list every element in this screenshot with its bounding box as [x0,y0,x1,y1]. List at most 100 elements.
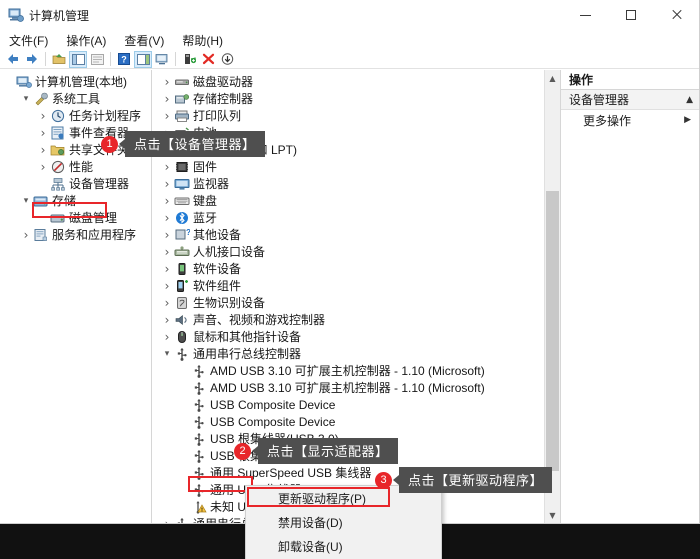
device-item-row[interactable]: AMD USB 3.10 可扩展主机控制器 - 1.10 (Microsoft) [152,379,560,396]
tree-item-label: 服务和应用程序 [52,228,137,242]
update-driver-icon[interactable] [180,51,198,68]
chevron-right-icon[interactable]: › [160,245,174,259]
tree-item-row[interactable]: ▾ 系统工具 [0,90,151,107]
device-item-row[interactable]: › 存储控制器 [152,90,560,107]
back-icon[interactable] [4,51,22,68]
forward-icon[interactable] [23,51,41,68]
device-item-label: 通用串行总线控制器 [193,347,302,361]
chevron-right-icon[interactable]: › [36,109,50,123]
tree-item-label: 性能 [69,160,94,174]
ctx-disable-device[interactable]: 禁用设备(D) [246,510,441,534]
menu-action[interactable]: 操作(A) [66,32,106,49]
tree-item-row[interactable]: › 性能 [0,158,151,175]
device-item-row[interactable]: › 软件组件 [152,277,560,294]
disk-management-icon [50,211,66,225]
chevron-right-icon[interactable]: › [160,160,174,174]
hid-icon [174,245,190,259]
show-action-pane-icon[interactable] [134,50,152,68]
software-device-icon [174,262,190,276]
chevron-down-icon[interactable]: ▾ [19,196,33,206]
chevron-right-icon[interactable]: › [160,228,174,242]
scrollbar-thumb[interactable] [546,191,559,471]
scan-hardware-icon[interactable] [153,51,171,68]
device-item-row[interactable]: › 声音、视频和游戏控制器 [152,311,560,328]
device-item-label: 其他设备 [193,228,242,242]
device-item-row[interactable]: › 蓝牙 [152,209,560,226]
menu-file[interactable]: 文件(F) [9,32,48,49]
chevron-right-icon[interactable]: › [160,517,174,524]
scroll-down-arrow-icon[interactable]: ▼ [545,507,560,523]
scroll-up-arrow-icon[interactable]: ▲ [545,70,560,86]
chevron-right-icon[interactable]: › [160,177,174,191]
tree-item-row[interactable]: 设备管理器 [0,175,151,192]
chevron-right-icon[interactable]: › [160,296,174,310]
tree-item-row[interactable]: › 任务计划程序 [0,107,151,124]
device-item-row[interactable]: › 人机接口设备 [152,243,560,260]
tree-item-row[interactable]: 磁盘管理 [0,209,151,226]
chevron-right-icon: ▶ [684,115,691,125]
menu-view[interactable]: 查看(V) [124,32,164,49]
uninstall-device-icon[interactable] [199,51,217,68]
device-item-row[interactable]: USB Composite Device [152,413,560,430]
minimize-button[interactable] [563,0,607,30]
chevron-right-icon[interactable]: › [160,194,174,208]
action-group-device-manager[interactable]: 设备管理器 ▲ [561,90,699,110]
toolbar: ? [0,50,699,69]
menu-help[interactable]: 帮助(H) [182,32,223,49]
chevron-right-icon[interactable]: › [160,75,174,89]
help-icon[interactable]: ? [115,51,133,68]
device-item-row[interactable]: › 软件设备 [152,260,560,277]
device-item-label: USB Composite Device [210,414,336,429]
up-folder-icon[interactable] [50,51,68,68]
shared-folders-icon [50,143,66,157]
chevron-up-icon[interactable]: ▲ [686,95,693,105]
device-item-row[interactable]: › 生物识别设备 [152,294,560,311]
disable-device-icon[interactable] [218,51,236,68]
chevron-down-icon[interactable]: ▾ [19,94,33,104]
usb-icon [191,432,207,446]
tree-item-row[interactable]: › 服务和应用程序 [0,226,151,243]
chevron-right-icon[interactable]: › [160,262,174,276]
tree-item-label: 任务计划程序 [69,109,142,123]
vertical-scrollbar[interactable]: ▲ ▼ [544,70,560,523]
close-button[interactable] [655,0,699,30]
chevron-right-icon[interactable]: › [36,126,50,140]
tree-item-row[interactable]: ▾ 存储 [0,192,151,209]
ctx-uninstall-device[interactable]: 卸载设备(U) [246,534,441,558]
chevron-right-icon[interactable]: › [36,143,50,157]
toolbar-separator [110,52,111,66]
device-item-row[interactable]: › 键盘 [152,192,560,209]
chevron-right-icon[interactable]: › [160,109,174,123]
show-hide-console-tree-icon[interactable] [69,50,87,68]
chevron-right-icon[interactable]: › [160,330,174,344]
device-item-row[interactable]: ▾ 通用串行总线控制器 [152,345,560,362]
device-item-row[interactable]: AMD USB 3.10 可扩展主机控制器 - 1.10 (Microsoft) [152,362,560,379]
export-list-icon[interactable] [88,51,106,68]
bluetooth-icon [174,211,190,225]
maximize-button[interactable] [609,0,653,30]
chevron-right-icon[interactable]: › [19,228,33,242]
tree-item-row[interactable]: 计算机管理(本地) [0,73,151,90]
tree-item-label: 系统工具 [52,92,101,106]
device-item-row[interactable]: › 打印队列 [152,107,560,124]
window-title: 计算机管理 [29,8,90,23]
tree-item-label: 存储 [52,194,77,208]
action-more-actions[interactable]: 更多操作 ▶ [561,110,699,130]
device-item-row[interactable]: › 固件 [152,158,560,175]
chevron-right-icon[interactable]: › [160,313,174,327]
device-item-row[interactable]: ›?其他设备 [152,226,560,243]
device-item-label: USB Composite Device [210,397,336,412]
chevron-right-icon[interactable]: › [160,279,174,293]
chevron-right-icon[interactable]: › [160,92,174,106]
device-item-row[interactable]: › 磁盘驱动器 [152,73,560,90]
device-item-row[interactable]: › 鼠标和其他指针设备 [152,328,560,345]
device-item-row[interactable]: › 监视器 [152,175,560,192]
device-item-row[interactable]: USB Composite Device [152,396,560,413]
chevron-right-icon[interactable]: › [36,160,50,174]
chevron-down-icon[interactable]: ▾ [160,349,174,359]
chevron-right-icon[interactable]: › [160,211,174,225]
